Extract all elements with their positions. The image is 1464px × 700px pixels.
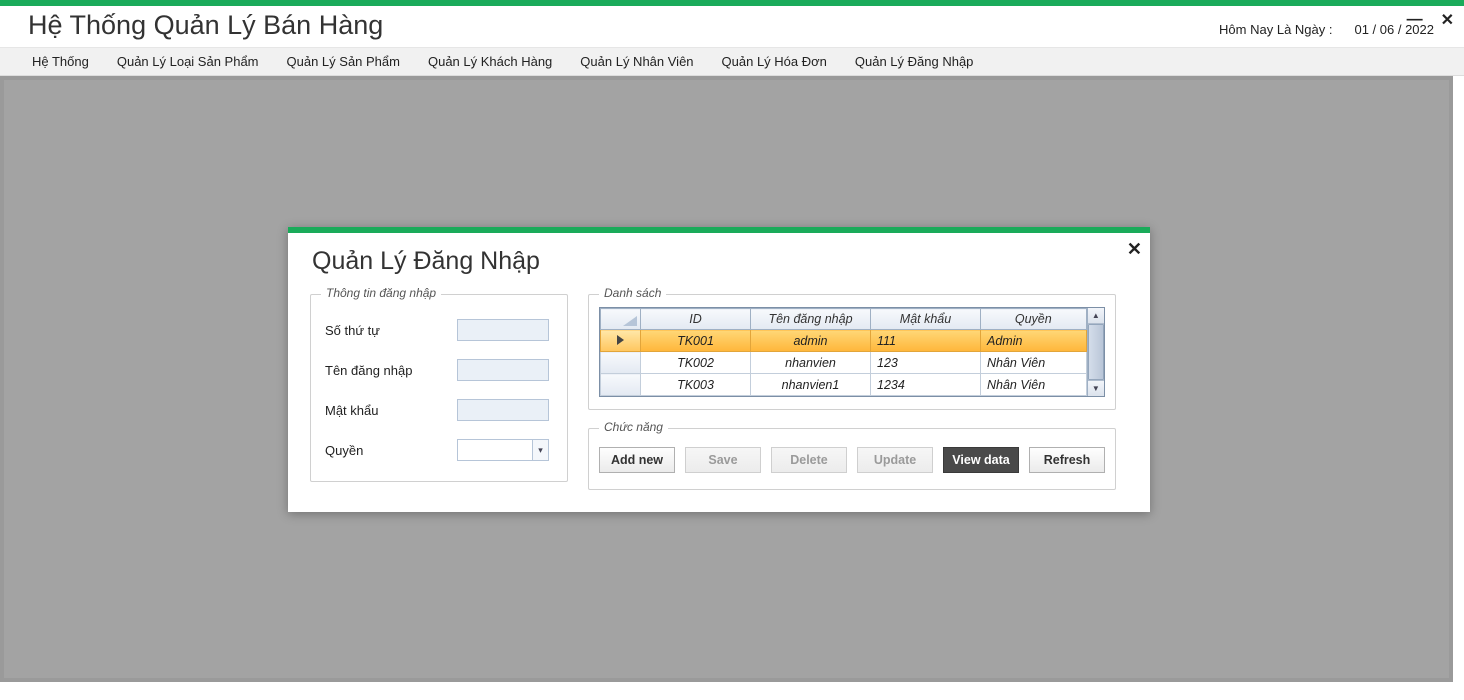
group-login-info-label: Thông tin đăng nhập: [321, 286, 441, 300]
close-icon[interactable]: ✕: [1441, 10, 1454, 30]
delete-button[interactable]: Delete: [771, 447, 847, 473]
cell-mk[interactable]: 123: [871, 352, 981, 374]
today-date: Hôm Nay Là Ngày : 01 / 06 / 2022: [1219, 22, 1434, 37]
menu-ql-hoa-don[interactable]: Quản Lý Hóa Đơn: [708, 48, 841, 75]
col-id[interactable]: ID: [641, 309, 751, 330]
cell-id[interactable]: TK001: [641, 330, 751, 352]
refresh-button[interactable]: Refresh: [1029, 447, 1105, 473]
combo-quyen[interactable]: ▾: [457, 439, 549, 461]
today-date-label: Hôm Nay Là Ngày :: [1219, 22, 1332, 37]
cell-id[interactable]: TK002: [641, 352, 751, 374]
dialog-close-icon[interactable]: ✕: [1127, 239, 1142, 260]
dialog-login-manager: ✕ Quản Lý Đăng Nhập Thông tin đăng nhập …: [288, 227, 1150, 512]
scroll-up-icon[interactable]: ▲: [1088, 308, 1104, 324]
window-controls: — ✕: [1407, 10, 1454, 30]
label-mat-khau: Mật khẩu: [325, 403, 457, 418]
table-row[interactable]: TK003nhanvien11234Nhân Viên: [601, 374, 1087, 396]
col-mat-khau[interactable]: Mật khẩu: [871, 309, 981, 330]
col-quyen[interactable]: Quyền: [981, 309, 1087, 330]
cell-ten[interactable]: nhanvien: [751, 352, 871, 374]
menu-ql-dang-nhap[interactable]: Quản Lý Đăng Nhập: [841, 48, 988, 75]
menu-ql-khach-hang[interactable]: Quản Lý Khách Hàng: [414, 48, 566, 75]
table-row[interactable]: TK001admin111Admin: [601, 330, 1087, 352]
dialog-title: Quản Lý Đăng Nhập: [312, 247, 1128, 276]
menu-ql-nhan-vien[interactable]: Quản Lý Nhân Viên: [566, 48, 707, 75]
cell-mk[interactable]: 111: [871, 330, 981, 352]
menubar: Hệ Thống Quản Lý Loại Sản Phẩm Quản Lý S…: [0, 47, 1464, 76]
input-mat-khau[interactable]: [457, 399, 549, 421]
col-ten-dang-nhap[interactable]: Tên đăng nhập: [751, 309, 871, 330]
label-quyen: Quyền: [325, 443, 457, 458]
grid-corner[interactable]: [601, 309, 641, 330]
cell-ten[interactable]: admin: [751, 330, 871, 352]
group-list: Danh sách: [588, 294, 1116, 410]
group-functions-label: Chức năng: [599, 420, 668, 434]
view-data-button[interactable]: View data: [943, 447, 1019, 473]
cell-quyen[interactable]: Admin: [981, 330, 1087, 352]
label-so-thu-tu: Số thứ tự: [325, 323, 457, 338]
cell-id[interactable]: TK003: [641, 374, 751, 396]
input-ten-dang-nhap[interactable]: [457, 359, 549, 381]
scroll-down-icon[interactable]: ▼: [1088, 380, 1104, 396]
label-ten-dang-nhap: Tên đăng nhập: [325, 363, 457, 378]
app-title: Hệ Thống Quản Lý Bán Hàng: [28, 10, 383, 41]
group-functions: Chức năng Add new Save Delete Update Vie…: [588, 428, 1116, 490]
app-titlebar: — ✕ Hệ Thống Quản Lý Bán Hàng Hôm Nay Là…: [0, 6, 1464, 76]
group-list-label: Danh sách: [599, 286, 666, 300]
menu-he-thong[interactable]: Hệ Thống: [18, 48, 103, 75]
cell-mk[interactable]: 1234: [871, 374, 981, 396]
data-grid[interactable]: ID Tên đăng nhập Mật khẩu Quyền TK001adm…: [599, 307, 1105, 397]
update-button[interactable]: Update: [857, 447, 933, 473]
group-login-info: Thông tin đăng nhập Số thứ tự Tên đăng n…: [310, 294, 568, 482]
current-row-arrow-icon: [617, 335, 624, 345]
add-new-button[interactable]: Add new: [599, 447, 675, 473]
menu-ql-sp[interactable]: Quản Lý Sản Phẩm: [273, 48, 414, 75]
input-so-thu-tu[interactable]: [457, 319, 549, 341]
chevron-down-icon[interactable]: ▾: [532, 440, 548, 460]
cell-quyen[interactable]: Nhân Viên: [981, 352, 1087, 374]
cell-quyen[interactable]: Nhân Viên: [981, 374, 1087, 396]
mdi-client-area: ✕ Quản Lý Đăng Nhập Thông tin đăng nhập …: [0, 76, 1453, 682]
row-header[interactable]: [601, 374, 641, 396]
row-header[interactable]: [601, 352, 641, 374]
row-header[interactable]: [601, 330, 641, 352]
menu-ql-loai-sp[interactable]: Quản Lý Loại Sản Phẩm: [103, 48, 273, 75]
save-button[interactable]: Save: [685, 447, 761, 473]
table-row[interactable]: TK002nhanvien123Nhân Viên: [601, 352, 1087, 374]
cell-ten[interactable]: nhanvien1: [751, 374, 871, 396]
minimize-icon[interactable]: —: [1407, 11, 1423, 29]
grid-scrollbar[interactable]: ▲ ▼: [1087, 308, 1104, 396]
scroll-thumb[interactable]: [1088, 324, 1104, 380]
